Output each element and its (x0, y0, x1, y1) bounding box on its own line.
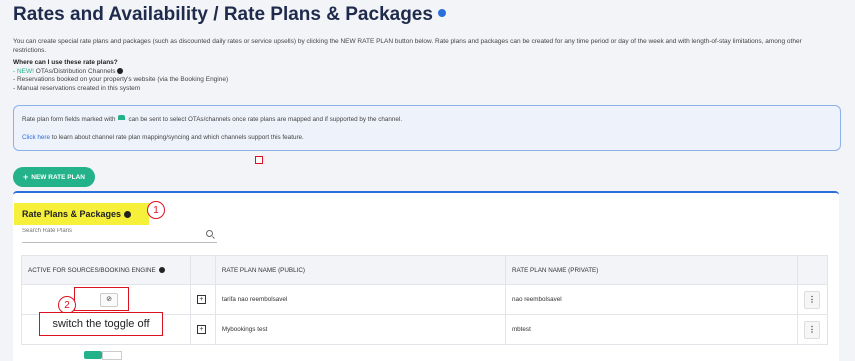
notice-line1-a: Rate plan form fields marked with (22, 116, 116, 123)
actions-cell: ⋮ (796, 314, 829, 345)
col-private-header: RATE PLAN NAME (PRIVATE) (504, 255, 798, 285)
search-icon[interactable] (206, 230, 213, 237)
notice-line1-b: can be sent to select OTAs/channels once… (128, 116, 403, 123)
toggle-on-part (84, 351, 102, 359)
more-options-icon[interactable]: ⋮ (803, 320, 820, 339)
channel-sync-icon (118, 114, 126, 120)
notice-line2-text: to learn about channel rate plan mapping… (50, 134, 304, 141)
new-rate-plan-label: NEW RATE PLAN (31, 173, 85, 181)
intro-text: You can create special rate plans and pa… (13, 38, 802, 54)
public-name-cell: tarifa nao reembolsavel (214, 284, 506, 315)
page-title: Rates and Availability / Rate Plans & Pa… (13, 4, 446, 26)
more-options-icon[interactable]: ⋮ (803, 290, 820, 309)
col-active-label: ACTIVE FOR SOURCES/BOOKING ENGINE (28, 266, 156, 274)
col-expand-header (189, 255, 216, 285)
click-here-link[interactable]: Click here (22, 134, 50, 141)
callout-step-1: 1 (147, 201, 165, 219)
where-item-ota-label: OTAs/Distribution Channels (33, 67, 116, 75)
private-name-cell: mbtest (504, 314, 798, 345)
new-tag: - NEW! (13, 67, 34, 75)
search-field[interactable] (22, 228, 217, 243)
where-heading: Where can I use these rate plans? (13, 59, 118, 66)
page: Rates and Availability / Rate Plans & Pa… (0, 0, 855, 361)
where-item-website: - Reservations booked on your property's… (13, 76, 229, 83)
expand-cell: + (189, 314, 216, 345)
sync-notice: Rate plan form fields marked with can be … (13, 105, 841, 151)
partial-toggle[interactable] (84, 351, 122, 360)
help-icon[interactable] (117, 67, 124, 74)
where-item-manual: - Manual reservations created in this sy… (13, 84, 141, 92)
expand-icon[interactable]: + (196, 295, 206, 304)
where-section: Where can I use these rate plans? - NEW!… (13, 59, 228, 93)
where-item-ota: - NEW! OTAs/Distribution Channels (13, 68, 228, 77)
table-header-row: ACTIVE FOR SOURCES/BOOKING ENGINE RATE P… (21, 255, 829, 285)
col-active-header: ACTIVE FOR SOURCES/BOOKING ENGINE (21, 255, 191, 285)
notice-line2: Click here to learn about channel rate p… (22, 134, 304, 141)
page-title-text: Rates and Availability / Rate Plans & Pa… (13, 4, 433, 25)
actions-cell: ⋮ (796, 284, 829, 315)
panel-title: Rate Plans & Packages (14, 203, 149, 225)
private-name-cell: nao reembolsavel (504, 284, 798, 315)
panel-title-text: Rate Plans & Packages (22, 209, 122, 219)
notice-line1: Rate plan form fields marked with can be … (22, 114, 403, 123)
annotation-marker (255, 156, 263, 164)
annotation-highlight-box (74, 287, 129, 311)
public-name-cell: Mybookings test (214, 314, 506, 345)
new-rate-plan-button[interactable]: + NEW RATE PLAN (13, 167, 95, 187)
help-icon[interactable] (159, 266, 166, 273)
table-row: ⊘ + tarifa nao reembolsavel nao reembols… (21, 284, 829, 315)
col-actions-header (796, 255, 829, 285)
plus-icon: + (23, 172, 29, 182)
expand-cell: + (189, 284, 216, 315)
help-icon[interactable] (124, 210, 132, 218)
col-public-header: RATE PLAN NAME (PUBLIC) (214, 255, 506, 285)
annotation-caption: switch the toggle off (39, 312, 163, 336)
expand-icon[interactable]: + (196, 325, 206, 334)
info-icon[interactable] (437, 8, 446, 17)
search-input[interactable] (22, 228, 202, 234)
